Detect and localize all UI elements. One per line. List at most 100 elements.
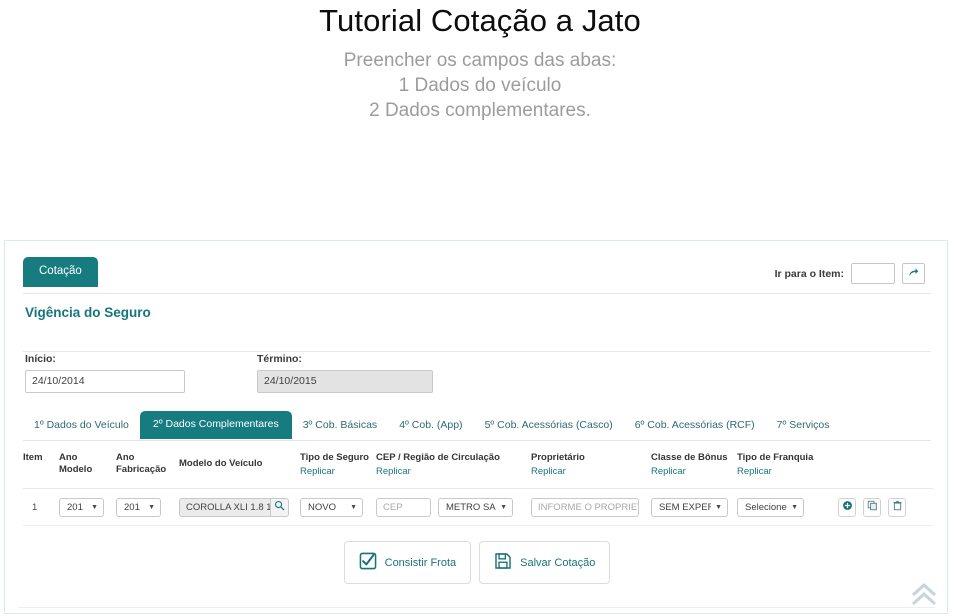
section-heading: Vigência do Seguro <box>25 305 151 320</box>
consistir-frota-label: Consistir Frota <box>384 556 457 569</box>
checkbox-checked-icon <box>359 552 377 573</box>
replicar-proprietario[interactable]: Replicar <box>531 466 651 478</box>
cell-item: 1 <box>32 501 38 513</box>
col-ano-fabricacao-l2: Fabricação <box>116 464 167 475</box>
page-title: Tutorial Cotação a Jato <box>319 3 641 38</box>
chevron-down-icon: ▼ <box>350 503 357 511</box>
add-row-button[interactable] <box>838 497 856 517</box>
termino-label: Término: <box>257 353 302 365</box>
subtitle-line-3: 2 Dados complementares. <box>369 100 591 121</box>
replicar-cep-regiao[interactable]: Replicar <box>376 466 531 478</box>
table-header-row: Item Ano Modelo Ano Fabricação Modelo do… <box>23 446 933 478</box>
cell-proprietario: INFORME O PROPRIET <box>531 497 651 517</box>
col-cep-regiao: CEP / Região de Circulação Replicar <box>376 446 531 478</box>
col-item-label: Item <box>23 452 43 463</box>
replicar-classe-bonus[interactable]: Replicar <box>651 466 737 478</box>
goto-item-group: Ir para o Item: <box>775 263 925 284</box>
col-ano-modelo: Ano Modelo <box>59 446 116 476</box>
cell-tipo-seguro: NOVO ▼ <box>300 497 376 517</box>
tipo-seguro-value: NOVO <box>308 501 336 513</box>
cell-row-actions <box>833 497 913 517</box>
classe-bonus-value: SEM EXPER <box>659 501 712 513</box>
col-proprietario-label: Proprietário <box>531 452 585 463</box>
ano-modelo-select[interactable]: 201 ▼ <box>59 497 104 517</box>
scroll-to-top-button[interactable] <box>907 581 941 611</box>
col-ano-modelo-l1: Ano <box>59 452 78 463</box>
col-ano-fabricacao-l1: Ano <box>116 452 135 463</box>
col-item: Item <box>23 446 59 464</box>
col-classe-bonus: Classe de Bônus Replicar <box>651 446 737 478</box>
cell-tipo-franquia: Selecione ▼ <box>737 497 833 517</box>
field-group-inicio: Início: 24/10/2014 <box>25 353 185 393</box>
classe-bonus-select[interactable]: SEM EXPER ▼ <box>651 497 728 517</box>
app-screenshot: Cotação Ir para o Item: Vigência do Segu… <box>0 238 960 616</box>
inicio-input[interactable]: 24/10/2014 <box>25 370 185 393</box>
salvar-cotacao-button[interactable]: Salvar Cotação <box>479 541 611 584</box>
delete-row-button[interactable] <box>888 497 906 517</box>
consistir-frota-button[interactable]: Consistir Frota <box>343 541 472 584</box>
tab-dados-complementares[interactable]: 2º Dados Complementares <box>139 411 292 439</box>
divider-table-row <box>23 525 933 526</box>
col-ano-fabricacao: Ano Fabricação <box>116 446 179 476</box>
goto-item-label: Ir para o Item: <box>774 267 844 280</box>
tab-cob-app[interactable]: 4º Cob. (App) <box>388 413 473 439</box>
items-table: Item Ano Modelo Ano Fabricação Modelo do… <box>23 446 933 526</box>
ano-modelo-value: 201 <box>67 501 83 513</box>
salvar-cotacao-label: Salvar Cotação <box>520 556 596 569</box>
replicar-tipo-seguro[interactable]: Replicar <box>300 466 376 478</box>
col-ano-modelo-l2: Modelo <box>59 464 93 475</box>
arrow-right-icon <box>908 265 919 283</box>
col-modelo-veiculo: Modelo do Veículo <box>179 446 300 470</box>
chevron-down-icon: ▼ <box>91 503 98 511</box>
ano-fabricacao-value: 201 <box>124 501 140 513</box>
subtitle-line-1: Preencher os campos das abas: <box>343 50 617 71</box>
tipo-seguro-select[interactable]: NOVO ▼ <box>300 497 363 517</box>
tab-dados-do-veiculo[interactable]: 1º Dados do Veículo <box>23 413 140 439</box>
cep-input[interactable]: CEP <box>376 497 431 517</box>
tab-cob-basicas[interactable]: 3º Cob. Básicas <box>292 413 388 439</box>
col-cep-regiao-label: CEP / Região de Circulação <box>376 452 500 463</box>
modelo-veiculo-combo: COROLLA XLI 1.8 1 <box>179 497 289 517</box>
add-circle-icon <box>842 500 853 514</box>
inicio-label: Início: <box>25 353 56 365</box>
subtitle-line-2: 1 Dados do veículo <box>398 75 562 96</box>
regiao-circulacao-select[interactable]: METRO SA ▼ <box>438 497 513 517</box>
divider-top <box>23 293 931 294</box>
app-window: Cotação Ir para o Item: Vigência do Segu… <box>4 240 948 614</box>
subtitle-block: Preencher os campos das abas: 1 Dados do… <box>0 40 960 123</box>
col-tipo-franquia-label: Tipo de Franquia <box>737 452 814 463</box>
goto-item-button[interactable] <box>902 263 925 284</box>
divider-section <box>23 351 931 352</box>
col-classe-bonus-label: Classe de Bônus <box>651 452 728 463</box>
col-proprietario: Proprietário Replicar <box>531 446 651 478</box>
trash-icon <box>892 500 903 514</box>
ano-fabricacao-select[interactable]: 201 ▼ <box>116 497 161 517</box>
modelo-veiculo-search-button[interactable] <box>270 497 289 517</box>
col-tipo-seguro: Tipo de Seguro Replicar <box>300 446 376 478</box>
tab-servicos[interactable]: 7º Serviços <box>766 413 841 439</box>
divider-bottom <box>19 607 935 608</box>
col-tipo-franquia: Tipo de Franquia Replicar <box>737 446 833 478</box>
tab-cob-acessorias-rcf[interactable]: 6º Cob. Acessórias (RCF) <box>624 413 766 439</box>
proprietario-input[interactable]: INFORME O PROPRIET <box>531 497 639 517</box>
col-tipo-seguro-label: Tipo de Seguro <box>300 452 369 463</box>
tab-cotacao[interactable]: Cotação <box>23 257 98 287</box>
cell-ano-fabricacao: 201 ▼ <box>116 497 179 517</box>
col-modelo-veiculo-label: Modelo do Veículo <box>179 458 263 469</box>
cell-classe-bonus: SEM EXPER ▼ <box>651 497 737 517</box>
duplicate-row-button[interactable] <box>863 497 881 517</box>
chevron-down-icon: ▼ <box>500 503 507 511</box>
tipo-franquia-select[interactable]: Selecione ▼ <box>737 497 804 517</box>
table-row: 1 201 ▼ 201 ▼ COROLLA XLI 1.8 1 NOVO ▼ C… <box>23 489 933 525</box>
replicar-tipo-franquia[interactable]: Replicar <box>737 466 833 478</box>
tab-cob-acessorias-casco[interactable]: 5º Cob. Acessórias (Casco) <box>474 413 624 439</box>
cell-modelo-veiculo: COROLLA XLI 1.8 1 <box>179 497 300 517</box>
modelo-veiculo-input[interactable]: COROLLA XLI 1.8 1 <box>179 497 270 517</box>
floppy-save-icon <box>494 552 512 573</box>
action-bar: Consistir Frota Salvar Cotação <box>5 541 949 584</box>
chevron-down-icon: ▼ <box>791 503 798 511</box>
copy-icon <box>867 500 878 514</box>
divider-tabs <box>23 440 931 441</box>
goto-item-input[interactable] <box>851 263 895 284</box>
tab-bar: 1º Dados do Veículo 2º Dados Complementa… <box>23 411 931 439</box>
